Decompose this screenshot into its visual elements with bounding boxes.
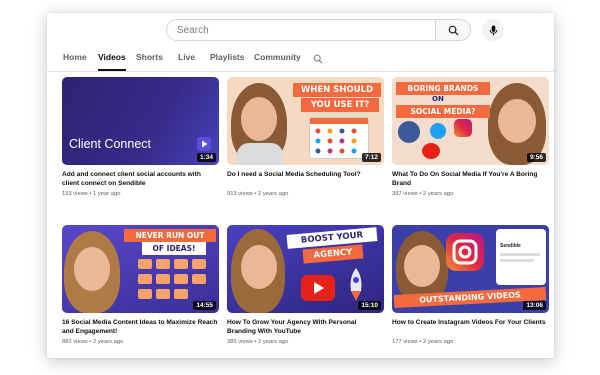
thumbnail-text: WHEN SHOULD [293,83,381,97]
video-title[interactable]: How To Grow Your Agency With Personal Br… [227,318,384,336]
thumbnail-text: AGENCY [302,244,364,264]
upload-age: 2 years ago [423,191,454,197]
tab-home[interactable]: Home [63,52,87,71]
video-meta: 193 views • 1 year ago [62,191,121,197]
view-count: 913 views [227,191,253,197]
video-meta: 913 views • 2 years ago [227,191,289,197]
upload-age: 1 year ago [93,191,121,197]
thumbnail-text: BOOST YOUR [286,227,378,249]
facebook-icon [398,121,420,143]
video-duration: 7:12 [361,153,381,162]
video-thumbnail[interactable]: WHEN SHOULD YOU USE IT? 7:12 [227,77,384,165]
ideas-grid-illustration [138,259,210,301]
view-count: 193 views [62,191,88,197]
view-count: 882 views [62,339,88,345]
twitter-icon [430,123,446,139]
video-duration: 15:10 [358,301,381,310]
tab-playlists[interactable]: Playlists [210,52,245,71]
channel-search-button[interactable] [313,51,323,69]
video-title[interactable]: How to Create Instagram Videos For Your … [392,318,549,327]
video-thumbnail[interactable]: BOOST YOUR AGENCY 15:10 [227,225,384,313]
video-meta: 882 views • 2 years ago [62,339,124,345]
search-icon [448,25,459,36]
video-title[interactable]: 16 Social Media Content Ideas to Maximiz… [62,318,219,336]
youtube-icon [422,143,440,159]
video-thumbnail[interactable]: BORING BRANDS ON SOCIAL MEDIA? 9:56 [392,77,549,165]
video-title[interactable]: What To Do On Social Media If You're A B… [392,170,549,188]
tab-videos[interactable]: Videos [98,52,126,71]
video-thumbnail[interactable]: Client Connect 1:34 [62,77,219,165]
view-count: 177 views [392,339,418,345]
search-input[interactable]: Search [166,19,436,41]
channel-tabs: Home Videos Shorts Live Playlists Commun… [47,45,554,72]
video-duration: 14:55 [193,301,216,310]
video-meta: 385 views • 2 years ago [227,339,289,345]
video-duration: 1:34 [196,153,216,162]
thumbnail-text: SOCIAL MEDIA? [396,105,490,118]
play-logo-icon [197,137,211,151]
tab-shorts[interactable]: Shorts [136,52,163,71]
search-button[interactable] [435,19,471,41]
rocket-icon [345,267,367,303]
video-title[interactable]: Do I need a Social Media Scheduling Tool… [227,170,384,179]
thumbnail-text: NEVER RUN OUT [124,229,216,242]
video-title[interactable]: Add and connect client social accounts w… [62,170,219,188]
upload-age: 2 years ago [93,339,124,345]
thumbnail-text: Client Connect [69,137,151,151]
instagram-logo-icon [446,233,484,271]
upload-age: 2 years ago [423,339,454,345]
voice-search-button[interactable] [482,19,504,41]
sendible-phone-illustration: Sendible [496,229,546,285]
upload-age: 2 years ago [258,191,289,197]
instagram-icon [454,119,472,137]
thumbnail-text: YOU USE IT? [301,98,379,112]
video-meta: 177 views • 2 years ago [392,339,454,345]
video-duration: 9:56 [526,153,546,162]
upload-age: 2 years ago [258,339,289,345]
view-count: 385 views [227,339,253,345]
tab-live[interactable]: Live [178,52,195,71]
video-meta: 397 views • 2 years ago [392,191,454,197]
video-thumbnail[interactable]: NEVER RUN OUT OF IDEAS! 14:55 [62,225,219,313]
calendar-illustration [309,117,369,159]
thumbnail-text: BORING BRANDS [396,82,490,95]
video-thumbnail[interactable]: Sendible OUTSTANDING VIDEOS 13:06 [392,225,549,313]
tab-community[interactable]: Community [254,52,301,71]
youtube-channel-window: Search Home Videos Shorts Live Playlists… [47,13,554,358]
youtube-logo-icon [301,275,335,301]
view-count: 397 views [392,191,418,197]
search-icon [313,54,323,64]
thumbnail-text: OF IDEAS! [142,242,206,255]
video-duration: 13:06 [523,301,546,310]
microphone-icon [489,24,497,36]
thumbnail-text: ON [432,95,444,103]
thumbnail-text: Sendible [500,243,521,249]
